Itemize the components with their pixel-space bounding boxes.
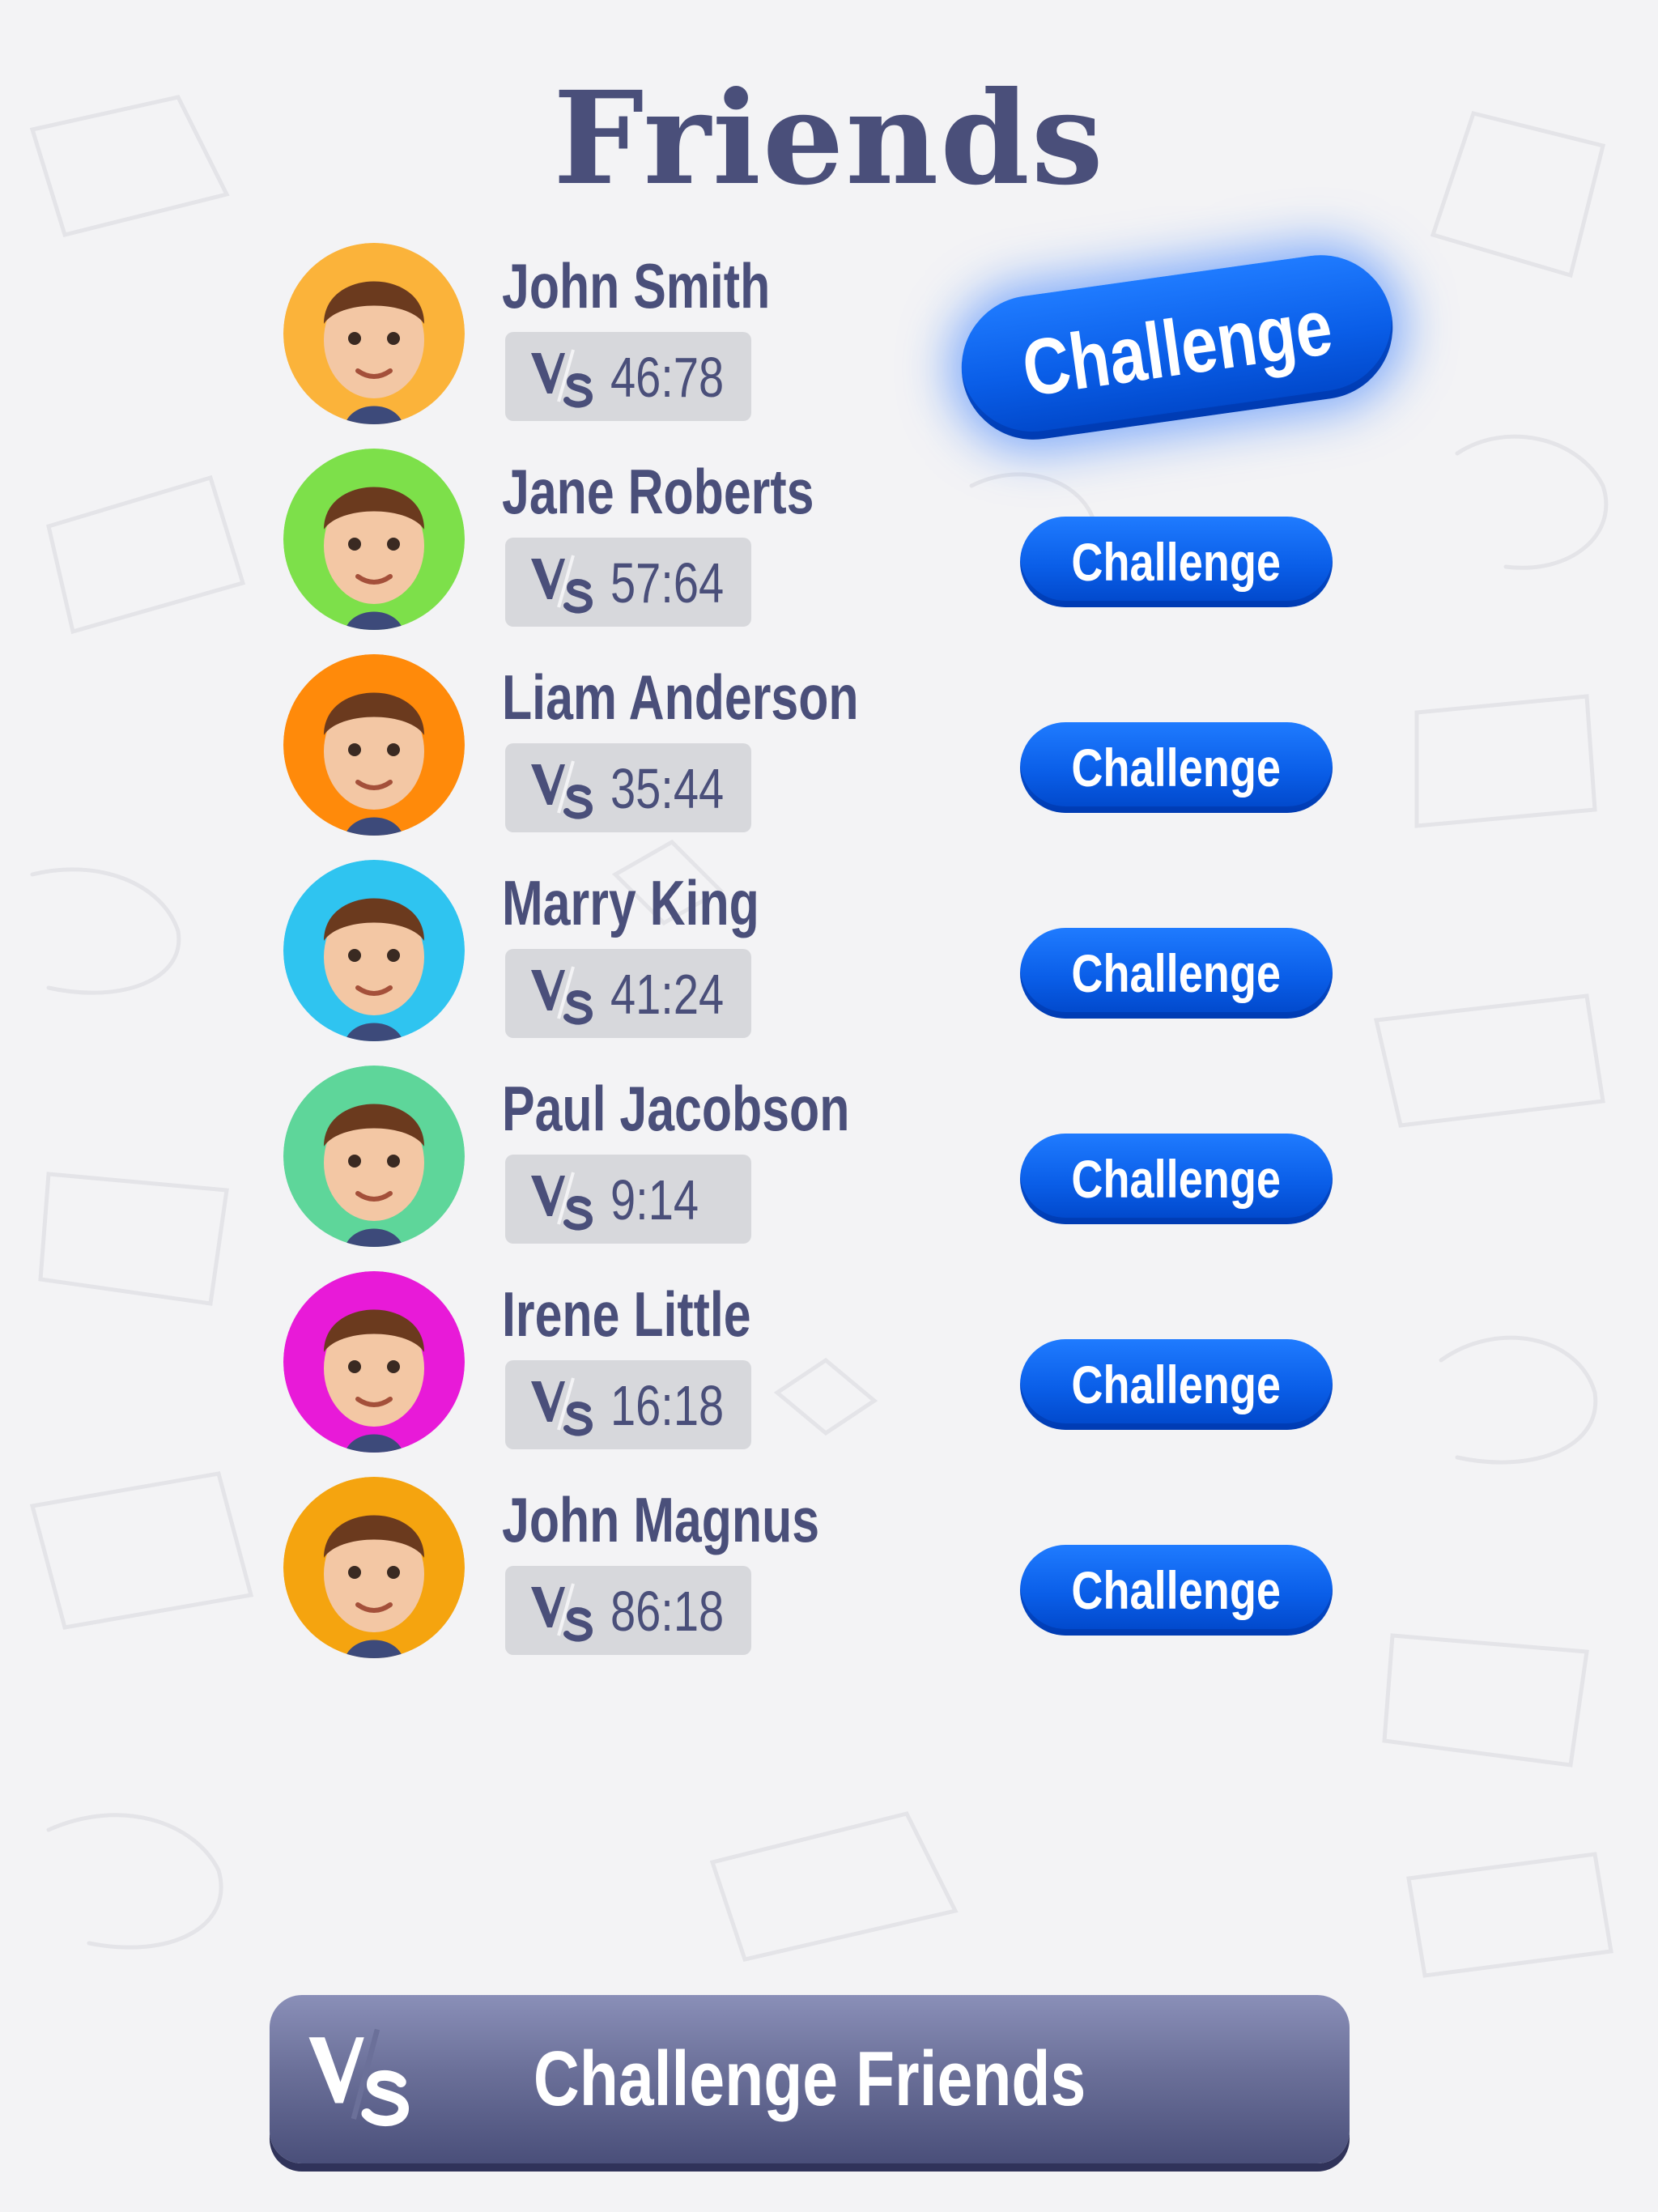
score-box: 41:24 xyxy=(505,949,751,1038)
vs-icon xyxy=(531,349,593,408)
score-text: 35:44 xyxy=(610,757,725,820)
friend-name: John Smith xyxy=(502,250,771,321)
challenge-button[interactable]: Challenge xyxy=(1020,1134,1333,1224)
score-box: 57:64 xyxy=(505,538,751,627)
score-box: 16:18 xyxy=(505,1360,751,1449)
friend-row: Irene Little 16:18 Challenge xyxy=(0,1271,1658,1465)
score-text: 41:24 xyxy=(610,963,725,1026)
friend-name: Liam Anderson xyxy=(502,661,859,733)
challenge-button[interactable]: Challenge xyxy=(1020,1545,1333,1636)
friend-row: Paul Jacobson 9:14 Challenge xyxy=(0,1066,1658,1260)
friend-avatar xyxy=(283,449,465,630)
challenge-button-label: Challenge xyxy=(1071,1149,1282,1209)
score-text: 9:14 xyxy=(610,1168,699,1231)
friend-name: Marry King xyxy=(502,867,759,938)
avatar-face-icon xyxy=(283,1271,465,1453)
challenge-button[interactable]: Challenge xyxy=(952,245,1402,449)
challenge-button[interactable]: Challenge xyxy=(1020,1339,1333,1430)
score-text: 16:18 xyxy=(610,1374,725,1437)
friend-avatar xyxy=(283,1066,465,1247)
avatar-face-icon xyxy=(283,243,465,424)
avatar-face-icon xyxy=(283,860,465,1041)
vs-icon xyxy=(531,555,593,614)
challenge-button-label: Challenge xyxy=(1071,738,1282,798)
challenge-friends-label: Challenge Friends xyxy=(533,2035,1086,2122)
challenge-button[interactable]: Challenge xyxy=(1020,722,1333,813)
friend-row: Jane Roberts 57:64 Challenge xyxy=(0,449,1658,643)
challenge-button-label: Challenge xyxy=(1071,1560,1282,1620)
vs-icon xyxy=(531,1172,593,1231)
challenge-button-label: Challenge xyxy=(1071,1355,1282,1414)
page-title: Friends xyxy=(553,64,1105,214)
friend-avatar xyxy=(283,1477,465,1658)
challenge-button[interactable]: Challenge xyxy=(1020,517,1333,607)
friend-row: Marry King 41:24 Challenge xyxy=(0,860,1658,1054)
vs-icon xyxy=(531,1377,593,1436)
score-box: 86:18 xyxy=(505,1566,751,1655)
vs-icon xyxy=(531,966,593,1025)
friend-name: Jane Roberts xyxy=(502,456,814,527)
challenge-button-label: Challenge xyxy=(1017,281,1337,414)
friend-name: Paul Jacobson xyxy=(502,1073,850,1144)
avatar-face-icon xyxy=(283,1477,465,1658)
avatar-face-icon xyxy=(283,1066,465,1247)
friend-avatar xyxy=(283,654,465,836)
friend-name: Irene Little xyxy=(502,1278,751,1350)
score-box: 46:78 xyxy=(505,332,751,421)
challenge-friends-button[interactable]: Challenge Friends xyxy=(270,1995,1350,2163)
vs-icon xyxy=(531,1583,593,1642)
friend-row: John Magnus 86:18 Challenge xyxy=(0,1477,1658,1671)
score-text: 86:18 xyxy=(610,1580,725,1643)
score-box: 9:14 xyxy=(505,1155,751,1244)
score-text: 57:64 xyxy=(610,551,725,615)
score-box: 35:44 xyxy=(505,743,751,832)
friend-row: John Smith 46:78 Challenge xyxy=(0,243,1658,449)
friend-name: John Magnus xyxy=(502,1484,820,1555)
vs-icon xyxy=(531,760,593,819)
challenge-button-label: Challenge xyxy=(1071,532,1282,592)
score-text: 46:78 xyxy=(610,346,725,409)
challenge-button-label: Challenge xyxy=(1071,943,1282,1003)
friend-avatar xyxy=(283,1271,465,1453)
challenge-button[interactable]: Challenge xyxy=(1020,928,1333,1019)
friend-avatar xyxy=(283,860,465,1041)
friend-row: Liam Anderson 35:44 Challenge xyxy=(0,654,1658,849)
friend-avatar xyxy=(283,243,465,424)
avatar-face-icon xyxy=(283,449,465,630)
avatar-face-icon xyxy=(283,654,465,836)
